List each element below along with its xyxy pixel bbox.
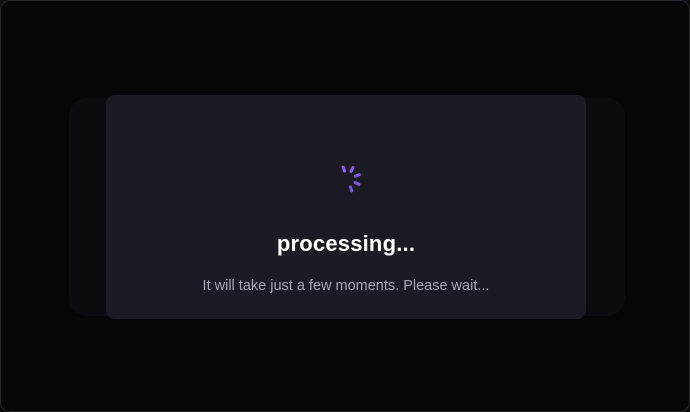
spinner-segment [353,172,361,179]
spinner-segment [340,165,347,173]
spinner-segment [347,185,354,193]
spinner-segment [352,180,361,187]
dialog-message: It will take just a few moments. Please … [202,278,490,294]
processing-dialog: processing... It will take just a few mo… [106,95,586,319]
spinner-segment [348,165,355,174]
dialog-title: processing... [276,231,416,256]
app-window: processing... It will take just a few mo… [0,0,690,412]
